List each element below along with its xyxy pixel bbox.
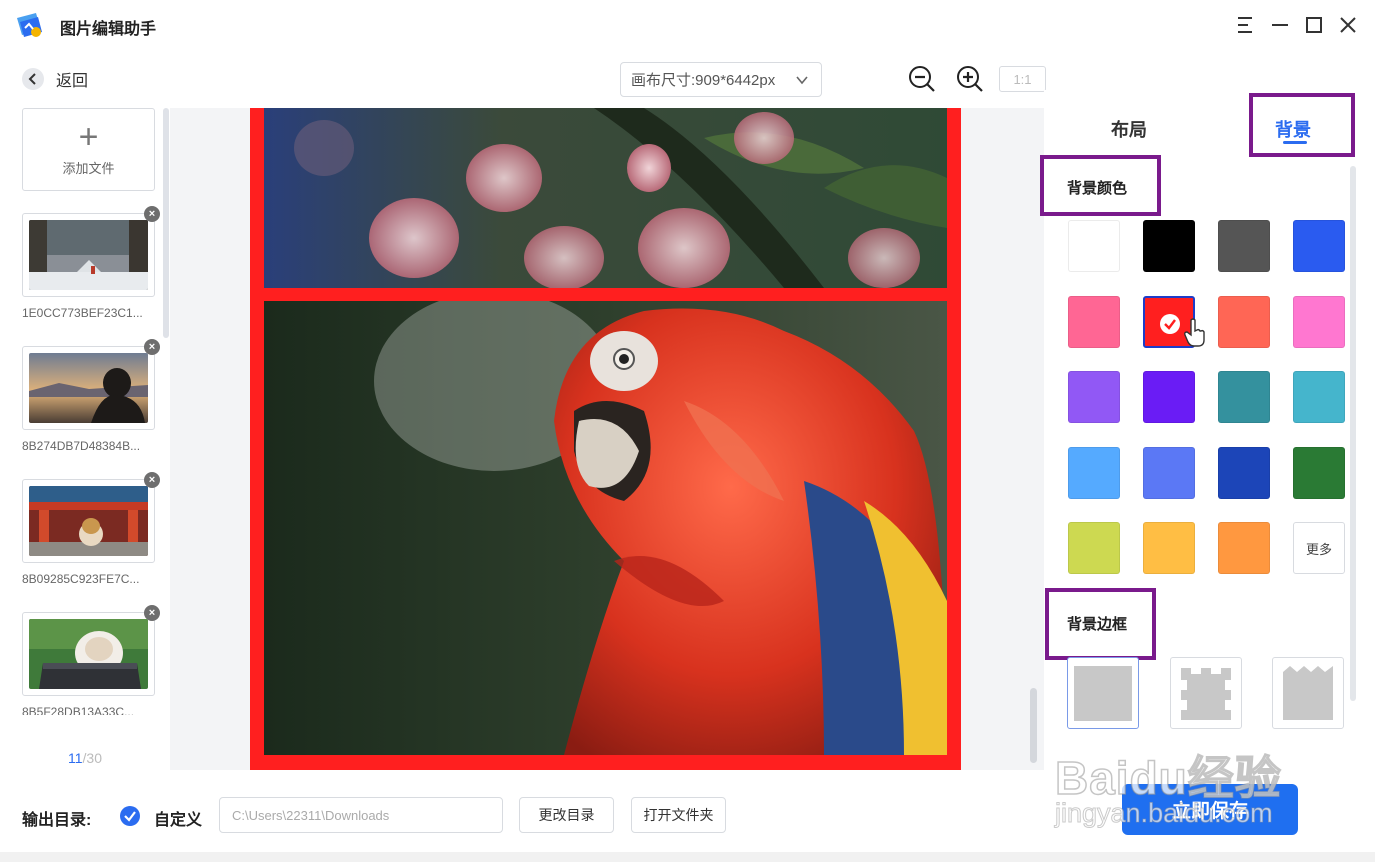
file-thumbnail[interactable]: × bbox=[22, 339, 160, 430]
maximize-icon[interactable] bbox=[1303, 14, 1325, 36]
file-name: 8B274DB7D48384B... bbox=[22, 439, 141, 453]
color-swatch[interactable] bbox=[1293, 447, 1345, 499]
custom-label: 自定义 bbox=[154, 812, 203, 829]
title-bar: 图片编辑助手 bbox=[0, 0, 1375, 52]
app-title: 图片编辑助手 bbox=[60, 21, 157, 38]
highlight-box bbox=[1249, 93, 1355, 157]
custom-radio[interactable] bbox=[120, 806, 140, 826]
highlight-box bbox=[1040, 155, 1161, 216]
color-swatch[interactable] bbox=[1143, 220, 1195, 272]
canvas-image-parrot[interactable] bbox=[264, 301, 947, 755]
thumbnail-image bbox=[29, 619, 148, 689]
remove-file-icon[interactable]: × bbox=[144, 206, 160, 222]
color-swatch[interactable] bbox=[1293, 220, 1345, 272]
color-swatch[interactable] bbox=[1218, 296, 1270, 348]
highlight-box bbox=[1045, 588, 1156, 660]
watermark: Baidu经验 jingyan.baidu.com bbox=[1054, 714, 1305, 834]
thumbnail-image bbox=[29, 486, 148, 556]
check-icon bbox=[1160, 314, 1180, 334]
zoom-in-icon[interactable] bbox=[955, 64, 985, 94]
file-name: 1E0CC773BEF23C1... bbox=[22, 306, 143, 320]
file-thumbnail[interactable]: × bbox=[22, 472, 160, 563]
plus-icon: + bbox=[78, 118, 99, 156]
check-icon bbox=[124, 811, 136, 822]
zoom-out-icon[interactable] bbox=[907, 64, 937, 94]
color-swatch[interactable] bbox=[1218, 447, 1270, 499]
color-swatch[interactable] bbox=[1218, 522, 1270, 574]
more-colors-button[interactable]: 更多 bbox=[1293, 522, 1345, 574]
file-list-scrollbar[interactable] bbox=[163, 108, 169, 338]
file-thumbnail[interactable]: × bbox=[22, 605, 160, 696]
output-path-input[interactable] bbox=[219, 797, 503, 833]
file-name: 8B5F28DB13A33C... bbox=[22, 705, 135, 715]
add-file-label: 添加文件 bbox=[62, 161, 115, 176]
add-file-button[interactable]: + 添加文件 bbox=[22, 108, 155, 191]
canvas-size-select[interactable]: 画布尺寸:909*6442px bbox=[620, 62, 822, 97]
pager-total: /30 bbox=[82, 750, 103, 766]
remove-file-icon[interactable]: × bbox=[144, 472, 160, 488]
bottom-strip bbox=[0, 852, 1375, 862]
color-swatch[interactable] bbox=[1218, 371, 1270, 423]
color-swatch[interactable] bbox=[1068, 522, 1120, 574]
hand-cursor-icon bbox=[1184, 318, 1205, 347]
file-name: 8B09285C923FE7C... bbox=[22, 572, 140, 586]
open-folder-button[interactable]: 打开文件夹 bbox=[631, 797, 726, 833]
canvas-scrollbar[interactable] bbox=[1030, 688, 1037, 763]
chevron-down-icon bbox=[796, 76, 808, 85]
menu-icon[interactable] bbox=[1234, 14, 1256, 36]
actual-size-button[interactable]: 1:1 bbox=[999, 66, 1046, 92]
back-label: 返回 bbox=[56, 73, 89, 90]
color-swatch[interactable] bbox=[1143, 447, 1195, 499]
color-swatch[interactable] bbox=[1068, 447, 1120, 499]
color-swatch[interactable] bbox=[1293, 371, 1345, 423]
back-button[interactable]: 返回 bbox=[22, 67, 88, 91]
color-swatch[interactable] bbox=[1218, 220, 1270, 272]
file-pager: 11/30 bbox=[68, 750, 102, 766]
color-swatch[interactable] bbox=[1068, 371, 1120, 423]
color-swatch[interactable] bbox=[1068, 296, 1120, 348]
pager-current: 11 bbox=[68, 750, 83, 766]
color-swatch[interactable] bbox=[1293, 296, 1345, 348]
change-dir-button[interactable]: 更改目录 bbox=[519, 797, 614, 833]
chevron-left-icon bbox=[22, 68, 44, 90]
canvas-size-value: 画布尺寸:909*6442px bbox=[631, 72, 776, 89]
panel-scrollbar[interactable] bbox=[1350, 166, 1356, 701]
color-swatch[interactable] bbox=[1068, 220, 1120, 272]
output-dir-label: 输出目录: bbox=[22, 812, 92, 829]
close-icon[interactable] bbox=[1337, 14, 1359, 36]
canvas-image-flowers[interactable] bbox=[264, 108, 947, 288]
app-logo-icon bbox=[17, 13, 42, 37]
color-swatch[interactable] bbox=[1143, 371, 1195, 423]
file-thumbnail[interactable]: × bbox=[22, 206, 160, 297]
tab-layout[interactable]: 布局 bbox=[1111, 116, 1147, 142]
remove-file-icon[interactable]: × bbox=[144, 339, 160, 355]
watermark-sub: jingyan.baidu.com bbox=[1055, 798, 1274, 829]
color-swatch[interactable] bbox=[1143, 522, 1195, 574]
thumbnail-image bbox=[29, 353, 148, 423]
remove-file-icon[interactable]: × bbox=[144, 605, 160, 621]
thumbnail-image bbox=[29, 220, 148, 290]
minimize-icon[interactable] bbox=[1269, 14, 1291, 36]
